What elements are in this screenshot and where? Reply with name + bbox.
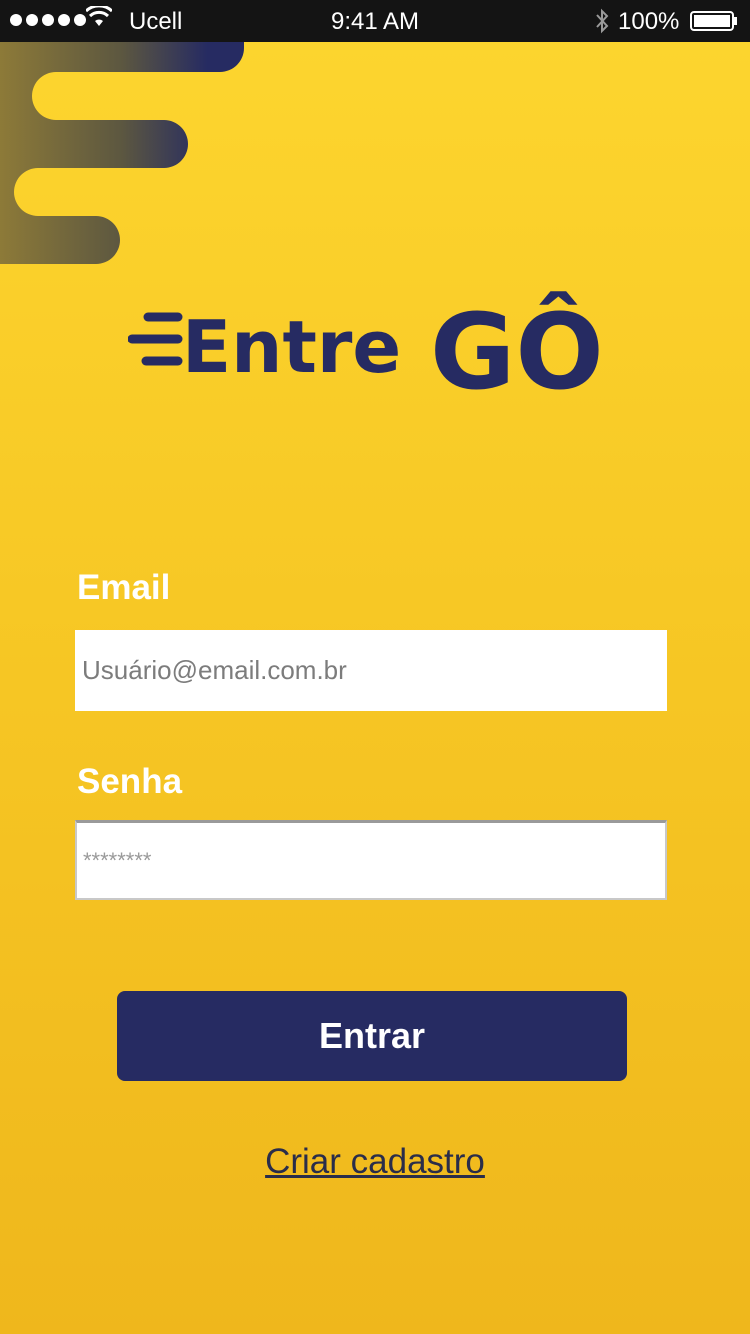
logo-text-go: GÔ [430,291,604,402]
speed-lines-decoration [0,42,244,264]
create-account-link[interactable]: Criar cadastro [0,1142,750,1182]
email-label: Email [77,568,171,607]
battery-percentage: 100% [618,8,680,35]
logo-text-entre: Entre [182,305,401,389]
login-button[interactable]: Entrar [117,991,627,1081]
entrego-logo: Entre GÔ [128,291,604,402]
bluetooth-icon [596,8,609,34]
password-input[interactable] [75,820,667,900]
status-bar: Ucell 9:41 AM 100% [0,0,750,42]
email-input[interactable] [75,630,667,711]
password-label: Senha [77,762,183,801]
battery-icon [690,11,737,31]
